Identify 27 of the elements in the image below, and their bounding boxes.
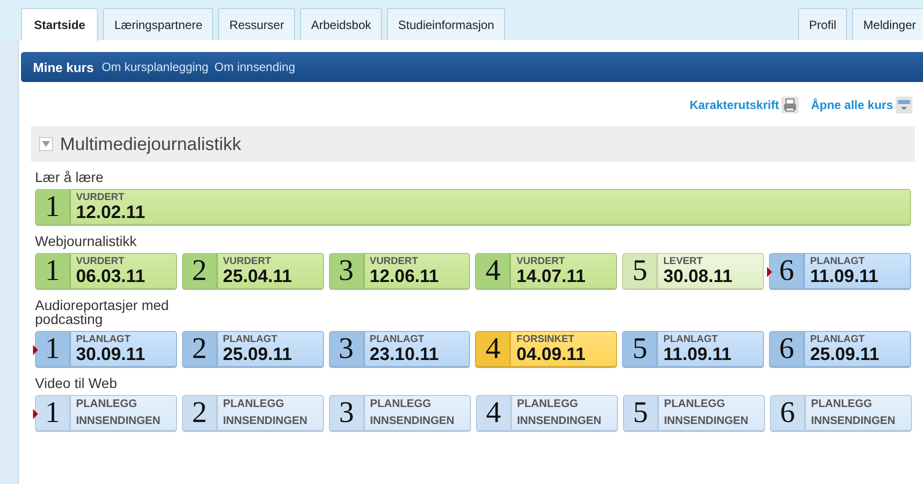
nav-tab[interactable]: Meldinger xyxy=(852,8,923,40)
subnav-link[interactable]: Om innsending xyxy=(214,60,296,74)
nav-tab[interactable]: Startside xyxy=(21,8,98,41)
module-title: Video til Web xyxy=(35,376,118,390)
assignment-tile[interactable]: 1 PLANLEGG INNSENDINGEN xyxy=(35,395,177,432)
collapse-icon[interactable] xyxy=(39,137,53,151)
course-header[interactable]: Multimediejournalistikk xyxy=(31,126,915,162)
module-title: Lær å lære xyxy=(35,170,104,184)
module-title: Audioreportasjer med podcasting xyxy=(35,298,170,326)
printer-icon[interactable] xyxy=(780,96,799,114)
assignment-tile[interactable]: 3 PLANLEGG INNSENDINGEN xyxy=(329,395,471,432)
assignment-tile[interactable]: 5 PLANLEGG INNSENDINGEN xyxy=(623,395,765,432)
nav-tab[interactable]: Profil xyxy=(798,8,848,40)
action-link[interactable]: Åpne alle kurs xyxy=(810,98,893,112)
assignment-tile[interactable]: 4 PLANLEGG INNSENDINGEN xyxy=(476,395,618,432)
subnav-link[interactable]: Mine kurs xyxy=(33,60,94,74)
subnav-link[interactable]: Om kursplanlegging xyxy=(102,60,208,74)
action-link[interactable]: Karakterutskrift xyxy=(690,98,779,112)
nav-tab[interactable]: Ressurser xyxy=(218,8,296,40)
course-title: Multimediejournalistikk xyxy=(60,134,242,154)
assignment-tile[interactable]: 2 PLANLEGG INNSENDINGEN xyxy=(182,395,324,432)
nav-tab[interactable]: Læringspartnere xyxy=(103,8,214,40)
expand-icon[interactable] xyxy=(895,96,913,114)
module-title: Webjournalistikk xyxy=(35,234,138,248)
assignment-tile[interactable]: 6 PLANLEGG INNSENDINGEN xyxy=(770,395,912,432)
nav-tab[interactable]: Arbeidsbok xyxy=(300,8,382,40)
nav-tab[interactable]: Studieinformasjon xyxy=(387,8,506,40)
